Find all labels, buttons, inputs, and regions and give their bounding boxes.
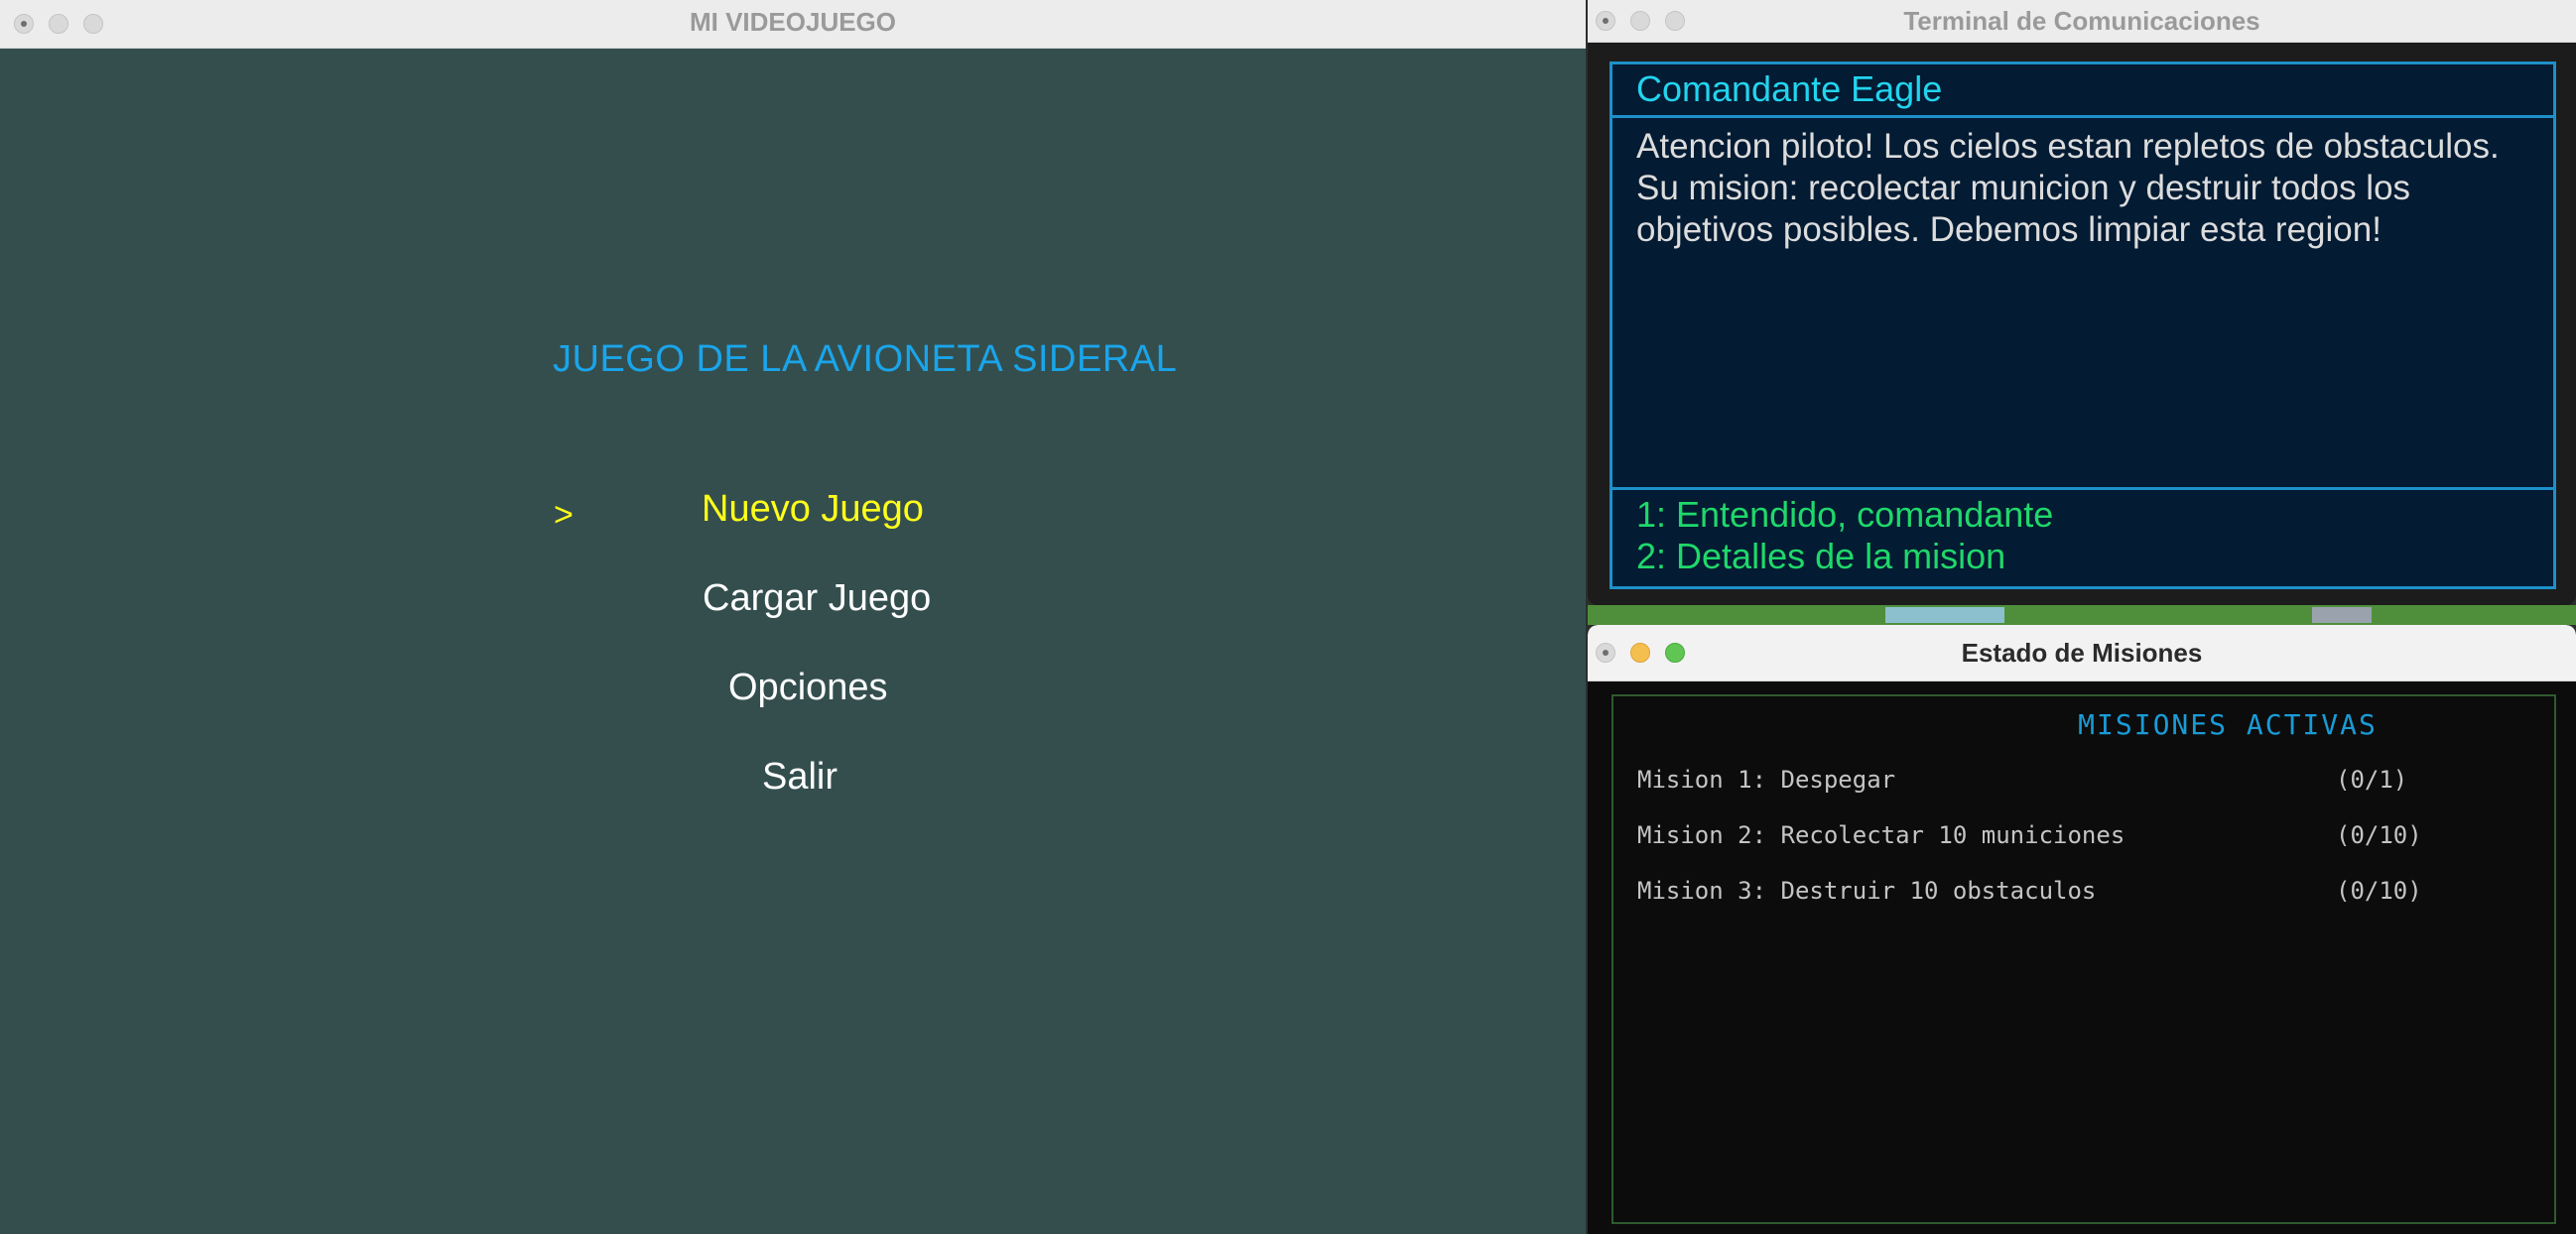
close-button[interactable] (14, 14, 34, 34)
message-line: Su mision: recolectar municion y destrui… (1636, 169, 2411, 207)
missions-window: Estado de Misiones MISIONES ACTIVAS Misi… (1588, 625, 2576, 1234)
menu-item-opciones[interactable]: Opciones (728, 667, 888, 709)
dialogue-option-1[interactable]: 1: Entendido, comandante (1636, 494, 2553, 536)
window-title: MI VIDEOJUEGO (689, 7, 897, 37)
game-canvas[interactable]: JUEGO DE LA AVIONETA SIDERAL > Nuevo Jue… (0, 49, 1586, 1234)
close-button[interactable] (1596, 11, 1615, 31)
mission-name: Mision 3: Destruir 10 obstaculos (1637, 877, 2097, 905)
missions-panel: MISIONES ACTIVAS Mision 1: Despegar (0/1… (1611, 694, 2556, 1224)
minimize-button[interactable] (1630, 11, 1650, 31)
window-controls (1596, 643, 1685, 663)
game-window: MI VIDEOJUEGO JUEGO DE LA AVIONETA SIDER… (0, 0, 1586, 1234)
mission-progress: (0/10) (2336, 877, 2422, 905)
window-title: Estado de Misiones (1961, 638, 2203, 668)
speaker-name: Comandante Eagle (1612, 64, 2553, 118)
background-game-strip (1588, 605, 2576, 625)
zoom-button[interactable] (83, 14, 103, 34)
message-line: Atencion piloto! Los cielos estan replet… (1636, 127, 2500, 166)
terminal-window: Terminal de Comunicaciones Comandante Ea… (1588, 0, 2576, 605)
zoom-button[interactable] (1665, 11, 1685, 31)
game-window-titlebar[interactable]: MI VIDEOJUEGO (0, 0, 1586, 49)
menu-cursor-icon: > (554, 496, 574, 534)
dialogue-panel: Comandante Eagle Atencion piloto! Los ci… (1610, 62, 2556, 589)
dialogue-options: 1: Entendido, comandante 2: Detalles de … (1612, 487, 2553, 586)
menu-item-cargar-juego[interactable]: Cargar Juego (703, 577, 931, 620)
dialogue-message: Atencion piloto! Los cielos estan replet… (1636, 126, 2553, 251)
dialogue-option-2[interactable]: 2: Detalles de la mision (1636, 536, 2553, 577)
missions-header: MISIONES ACTIVAS (2078, 708, 2378, 741)
mission-row: Mision 2: Recolectar 10 municiones (0/10… (1637, 821, 2554, 861)
zoom-button[interactable] (1665, 643, 1685, 663)
background-detail (2312, 607, 2372, 623)
minimize-button[interactable] (1630, 643, 1650, 663)
minimize-button[interactable] (49, 14, 68, 34)
terminal-window-titlebar[interactable]: Terminal de Comunicaciones (1588, 0, 2576, 43)
missions-window-titlebar[interactable]: Estado de Misiones (1588, 625, 2576, 681)
message-line: objetivos posibles. Debemos limpiar esta… (1636, 210, 2382, 249)
game-title: JUEGO DE LA AVIONETA SIDERAL (553, 338, 1178, 380)
mission-name: Mision 1: Despegar (1637, 766, 1896, 794)
window-controls (14, 14, 103, 34)
background-detail (1885, 607, 2004, 623)
mission-name: Mision 2: Recolectar 10 municiones (1637, 821, 2125, 849)
mission-progress: (0/1) (2336, 766, 2408, 794)
window-title: Terminal de Comunicaciones (1903, 6, 2260, 36)
mission-row: Mision 1: Despegar (0/1) (1637, 766, 2554, 805)
mission-progress: (0/10) (2336, 821, 2422, 849)
window-controls (1596, 11, 1685, 31)
menu-item-nuevo-juego[interactable]: Nuevo Juego (702, 488, 924, 531)
close-button[interactable] (1596, 643, 1615, 663)
menu-item-salir[interactable]: Salir (762, 756, 837, 799)
mission-row: Mision 3: Destruir 10 obstaculos (0/10) (1637, 877, 2554, 917)
